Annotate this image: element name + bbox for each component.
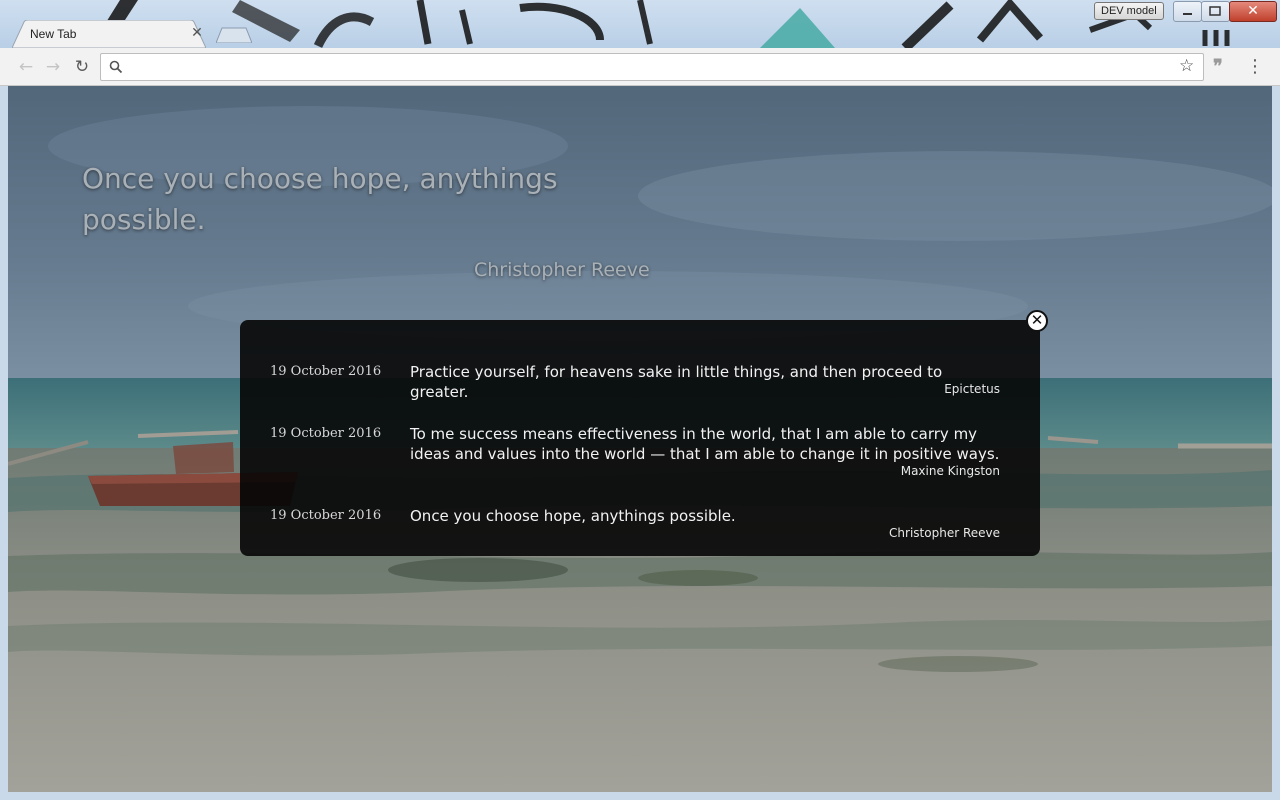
close-circle-icon[interactable]: ✕ <box>1026 310 1048 332</box>
entry-quote: Practice yourself, for heavens sake in l… <box>410 363 943 401</box>
address-bar[interactable]: ☆ <box>100 53 1204 81</box>
search-icon <box>109 60 123 74</box>
quote-history-panel: 19 October 2016 Practice yourself, for h… <box>240 320 1040 556</box>
quote-icon[interactable]: ❞ <box>1213 57 1223 77</box>
window-frame-bottom <box>0 792 1280 800</box>
entry-date: 19 October 2016 <box>270 426 382 441</box>
new-tab-page: Once you choose hope, anythings possible… <box>8 86 1272 792</box>
maximize-window-button[interactable] <box>1201 1 1230 22</box>
minimize-icon <box>1183 13 1192 15</box>
entry-quote: Once you choose hope, anythings possible… <box>410 507 736 525</box>
tab-new-tab[interactable]: New Tab ✕ <box>12 20 206 48</box>
reload-icon[interactable]: ↻ <box>72 57 92 77</box>
browser-toolbar: ← → ↻ ☆ ❞ ⋮ <box>0 48 1280 86</box>
featured-quote-author: Christopher Reeve <box>474 259 650 281</box>
entry-date: 19 October 2016 <box>270 364 382 379</box>
dev-mode-badge: DEV model <box>1094 2 1164 20</box>
entry-author: Maxine Kingston <box>900 464 1000 478</box>
window-titlebar: New Tab ✕ DEV model ✕ <box>0 0 1280 48</box>
window-frame-right <box>1272 86 1280 800</box>
tab-close-icon[interactable]: ✕ <box>190 26 204 40</box>
back-arrow-icon[interactable]: ← <box>16 57 36 77</box>
new-tab-button[interactable] <box>216 27 252 43</box>
minimize-window-button[interactable] <box>1173 1 1202 22</box>
entry-quote: To me success means effectiveness in the… <box>410 425 1000 463</box>
address-input[interactable] <box>129 57 1173 77</box>
entry-date: 19 October 2016 <box>270 508 382 523</box>
entry-author: Christopher Reeve <box>889 526 1000 540</box>
kebab-menu-icon[interactable]: ⋮ <box>1246 57 1264 77</box>
window-frame-left <box>0 86 8 800</box>
tab-title: New Tab <box>30 27 77 41</box>
close-window-button[interactable]: ✕ <box>1229 1 1277 22</box>
close-icon: ✕ <box>1247 3 1259 19</box>
entry-author: Epictetus <box>944 382 1000 396</box>
restore-icon <box>1209 6 1221 16</box>
forward-arrow-icon[interactable]: → <box>43 57 63 77</box>
star-icon[interactable]: ☆ <box>1179 56 1194 76</box>
featured-quote-text: Once you choose hope, anythings possible… <box>82 162 558 236</box>
